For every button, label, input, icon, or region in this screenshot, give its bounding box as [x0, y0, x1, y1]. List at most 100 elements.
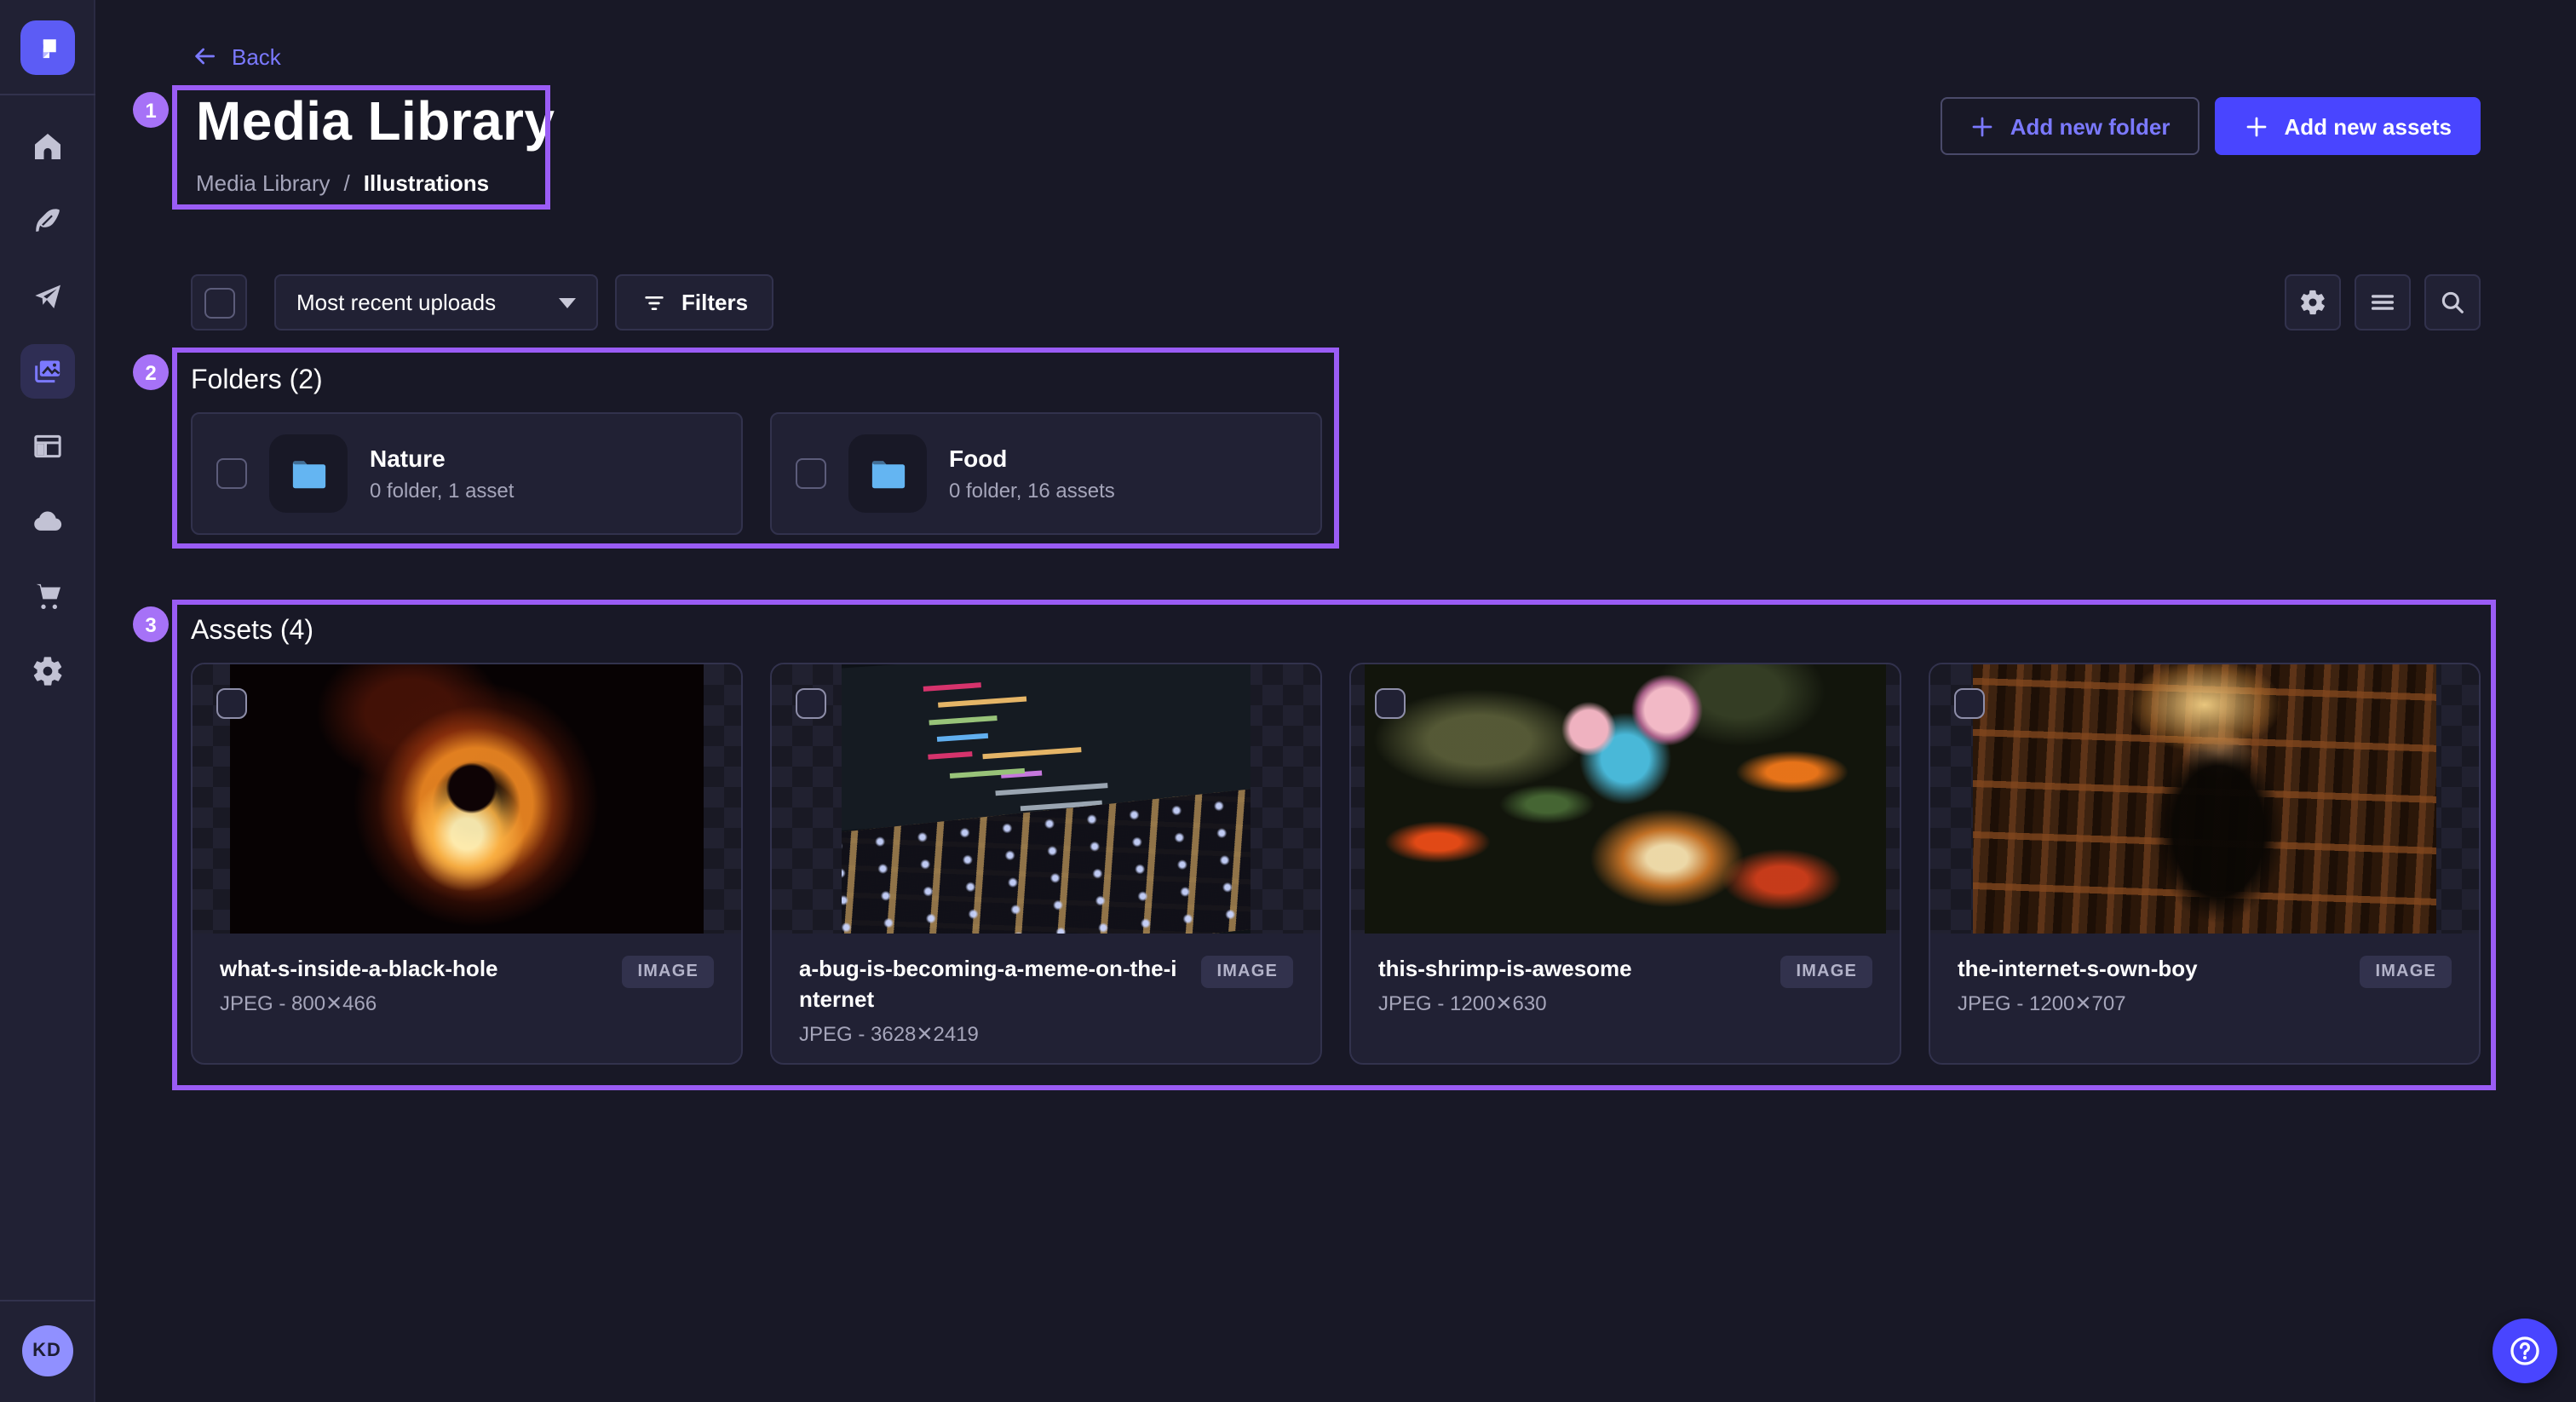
sidebar-footer-divider	[0, 1300, 95, 1301]
folder-name: Food	[949, 445, 1115, 472]
grid-settings-button[interactable]	[2285, 274, 2341, 330]
back-label: Back	[232, 43, 281, 69]
settings-gear-icon	[30, 654, 64, 688]
sidebar: KD	[0, 0, 95, 1402]
asset-thumbnail-black-hole	[230, 664, 704, 934]
asset-card-black-hole[interactable]: what-s-inside-a-black-hole JPEG - 800✕46…	[191, 663, 743, 1065]
asset-meta: JPEG - 3628✕2419	[799, 1022, 1187, 1046]
sidebar-item-content-type-builder[interactable]	[20, 419, 74, 474]
filter-icon	[641, 289, 668, 316]
asset-checkbox[interactable]	[1954, 688, 1985, 719]
asset-meta: JPEG - 1200✕630	[1378, 991, 1767, 1015]
asset-checkbox[interactable]	[796, 688, 826, 719]
folder-meta: 0 folder, 1 asset	[370, 479, 514, 503]
folder-icon	[285, 451, 331, 497]
sidebar-item-cloud[interactable]	[20, 494, 74, 549]
chevron-down-icon	[559, 297, 576, 307]
folder-thumbnail	[269, 434, 348, 513]
folders-heading: Folders (2)	[191, 366, 323, 397]
back-arrow-icon	[191, 43, 218, 70]
filters-button[interactable]: Filters	[615, 274, 773, 330]
folder-meta: 0 folder, 16 assets	[949, 479, 1115, 503]
breadcrumb-parent[interactable]: Media Library	[196, 170, 331, 196]
asset-thumbnail-library-portrait	[1973, 664, 2436, 934]
asset-card-internet-own-boy[interactable]: the-internet-s-own-boy JPEG - 1200✕707 I…	[1929, 663, 2481, 1065]
sidebar-footer: KD	[0, 1300, 95, 1402]
asset-type-badge: IMAGE	[622, 956, 714, 988]
folder-info: Nature 0 folder, 1 asset	[370, 445, 514, 503]
add-new-assets-label: Add new assets	[2284, 113, 2452, 139]
help-button[interactable]	[2493, 1319, 2557, 1383]
sidebar-item-settings[interactable]	[20, 644, 74, 698]
search-button[interactable]	[2424, 274, 2481, 330]
toolbar: Most recent uploads Filters	[191, 274, 773, 330]
sidebar-nav	[20, 119, 74, 698]
assets-heading: Assets (4)	[191, 617, 313, 647]
sort-dropdown[interactable]: Most recent uploads	[274, 274, 598, 330]
asset-name: this-shrimp-is-awesome	[1378, 954, 1767, 985]
asset-meta: JPEG - 800✕466	[220, 991, 608, 1015]
asset-checkbox[interactable]	[216, 688, 247, 719]
asset-info: a-bug-is-becoming-a-meme-on-the-internet…	[799, 954, 1187, 1046]
add-new-folder-button[interactable]: Add new folder	[1941, 97, 2199, 155]
asset-footer: what-s-inside-a-black-hole JPEG - 800✕46…	[193, 934, 741, 1063]
cloud-icon	[30, 504, 64, 538]
feather-icon	[30, 204, 64, 238]
sort-dropdown-value: Most recent uploads	[296, 290, 496, 315]
header-actions: Add new folder Add new assets	[1941, 97, 2481, 155]
list-view-button[interactable]	[2355, 274, 2411, 330]
strapi-logo-button[interactable]	[20, 20, 74, 75]
folder-card-nature[interactable]: Nature 0 folder, 1 asset	[191, 412, 743, 535]
asset-media-area	[772, 664, 1320, 934]
asset-card-laptop-code[interactable]: a-bug-is-becoming-a-meme-on-the-internet…	[770, 663, 1322, 1065]
asset-thumbnail-mantis-shrimp	[1365, 664, 1886, 934]
sidebar-item-marketplace[interactable]	[20, 569, 74, 623]
shopping-cart-icon	[30, 579, 64, 613]
asset-info: the-internet-s-own-boy JPEG - 1200✕707	[1958, 954, 2346, 1015]
add-new-assets-button[interactable]: Add new assets	[2214, 97, 2481, 155]
sidebar-item-content-manager[interactable]	[20, 194, 74, 249]
breadcrumb-separator: /	[344, 170, 350, 196]
question-mark-icon	[2506, 1332, 2544, 1370]
strapi-logo-icon	[32, 32, 62, 63]
asset-footer: the-internet-s-own-boy JPEG - 1200✕707 I…	[1930, 934, 2479, 1063]
annotation-badge-1: 1	[133, 92, 169, 128]
back-link[interactable]: Back	[191, 43, 281, 70]
asset-media-area	[193, 664, 741, 934]
sidebar-divider	[0, 94, 95, 95]
asset-card-shrimp[interactable]: this-shrimp-is-awesome JPEG - 1200✕630 I…	[1349, 663, 1901, 1065]
settings-gear-icon	[2298, 288, 2327, 317]
search-icon	[2438, 288, 2467, 317]
asset-thumbnail-laptop-code	[842, 664, 1251, 934]
asset-footer: this-shrimp-is-awesome JPEG - 1200✕630 I…	[1351, 934, 1900, 1063]
annotation-badge-3: 3	[133, 606, 169, 642]
sidebar-item-home[interactable]	[20, 119, 74, 174]
folder-checkbox[interactable]	[216, 458, 247, 489]
select-all-button[interactable]	[191, 274, 247, 330]
user-avatar[interactable]: KD	[21, 1325, 72, 1376]
sidebar-item-releases[interactable]	[20, 269, 74, 324]
asset-info: this-shrimp-is-awesome JPEG - 1200✕630	[1378, 954, 1767, 1015]
layout-window-icon	[30, 429, 64, 463]
filters-label: Filters	[681, 290, 748, 315]
asset-type-badge: IMAGE	[1780, 956, 1872, 988]
add-new-folder-label: Add new folder	[2010, 113, 2171, 139]
asset-name: a-bug-is-becoming-a-meme-on-the-internet	[799, 954, 1187, 1015]
home-icon	[30, 129, 64, 164]
app-window: KD Back Media Library Media Library / Il…	[0, 0, 2576, 1402]
plus-icon	[1969, 113, 1995, 139]
asset-checkbox[interactable]	[1375, 688, 1406, 719]
asset-info: what-s-inside-a-black-hole JPEG - 800✕46…	[220, 954, 608, 1015]
asset-name: the-internet-s-own-boy	[1958, 954, 2346, 985]
asset-media-area	[1930, 664, 2479, 934]
list-view-icon	[2368, 288, 2397, 317]
plus-icon	[2243, 113, 2268, 139]
asset-name: what-s-inside-a-black-hole	[220, 954, 608, 985]
folder-checkbox[interactable]	[796, 458, 826, 489]
sidebar-item-media-library[interactable]	[20, 344, 74, 399]
breadcrumb-current: Illustrations	[364, 170, 489, 196]
select-all-checkbox[interactable]	[204, 287, 234, 318]
folder-card-food[interactable]: Food 0 folder, 16 assets	[770, 412, 1322, 535]
folder-thumbnail	[848, 434, 927, 513]
asset-footer: a-bug-is-becoming-a-meme-on-the-internet…	[772, 934, 1320, 1065]
